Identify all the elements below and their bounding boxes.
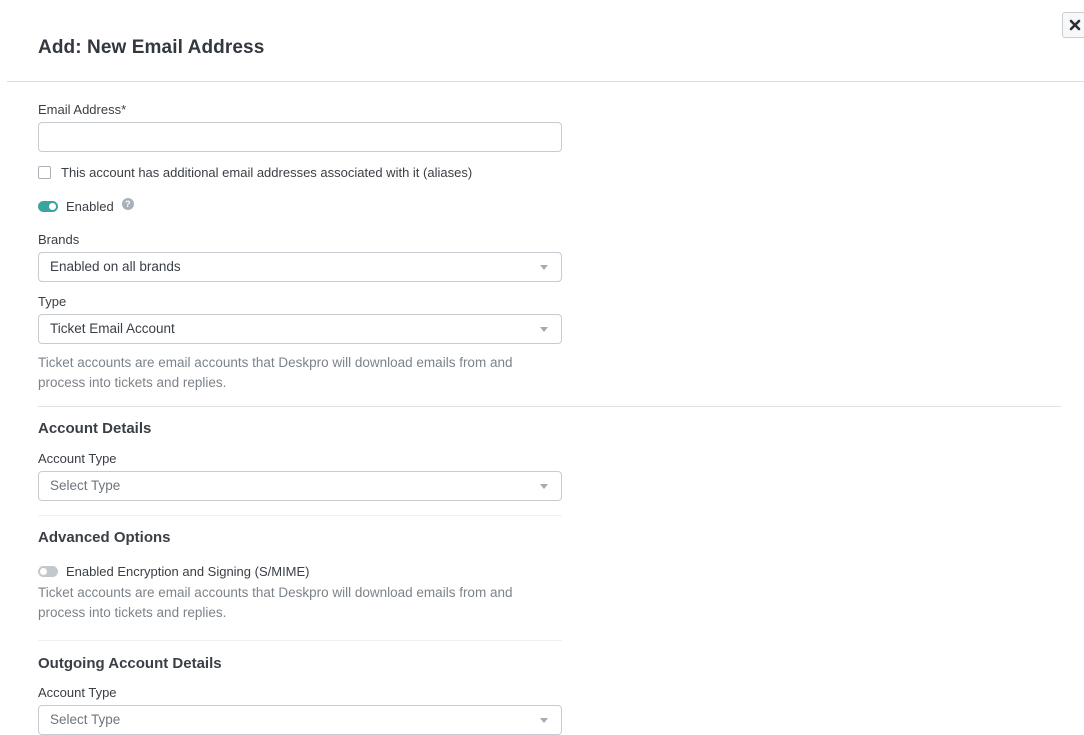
type-select-value: Ticket Email Account	[50, 321, 175, 336]
outgoing-account-type-select-value: Select Type	[50, 712, 121, 727]
account-type-select-value: Select Type	[50, 478, 121, 493]
aliases-checkbox[interactable]	[38, 166, 51, 179]
brands-select-value: Enabled on all brands	[50, 259, 181, 274]
enabled-label: Enabled	[66, 199, 114, 214]
chevron-down-icon	[540, 484, 548, 489]
aliases-checkbox-row[interactable]: This account has additional email addres…	[38, 165, 472, 180]
toggle-knob	[49, 203, 56, 210]
section-divider	[38, 406, 1061, 407]
type-help-text: Ticket accounts are email accounts that …	[38, 355, 513, 390]
smime-help-text: Ticket accounts are email accounts that …	[38, 585, 513, 620]
type-label: Type	[38, 294, 67, 309]
account-type-label: Account Type	[38, 451, 117, 466]
toggle-knob	[40, 568, 47, 575]
smime-toggle-row: Enabled Encryption and Signing (S/MIME)	[38, 564, 310, 579]
smime-label: Enabled Encryption and Signing (S/MIME)	[66, 564, 310, 579]
help-icon[interactable]: ?	[121, 197, 134, 210]
enabled-toggle[interactable]	[38, 201, 58, 212]
email-input[interactable]	[38, 122, 562, 152]
enabled-toggle-row: Enabled ?	[38, 197, 134, 214]
chevron-down-icon	[540, 265, 548, 270]
section-divider	[38, 640, 562, 641]
outgoing-account-type-label: Account Type	[38, 685, 117, 700]
outgoing-account-details-title: Outgoing Account Details	[38, 655, 222, 672]
email-label: Email Address*	[38, 102, 127, 117]
close-icon	[1069, 19, 1081, 31]
close-button[interactable]	[1062, 12, 1084, 38]
chevron-down-icon	[540, 327, 548, 332]
section-divider	[38, 515, 562, 516]
smime-toggle[interactable]	[38, 566, 58, 577]
brands-select[interactable]: Enabled on all brands	[38, 252, 562, 282]
header-divider	[7, 81, 1084, 82]
account-details-title: Account Details	[38, 420, 152, 437]
advanced-options-title: Advanced Options	[38, 529, 171, 546]
aliases-label: This account has additional email addres…	[61, 165, 473, 180]
dialog-title: Add: New Email Address	[38, 37, 265, 58]
account-type-select[interactable]: Select Type	[38, 471, 562, 501]
chevron-down-icon	[540, 718, 548, 723]
type-select[interactable]: Ticket Email Account	[38, 314, 562, 344]
brands-label: Brands	[38, 232, 80, 247]
